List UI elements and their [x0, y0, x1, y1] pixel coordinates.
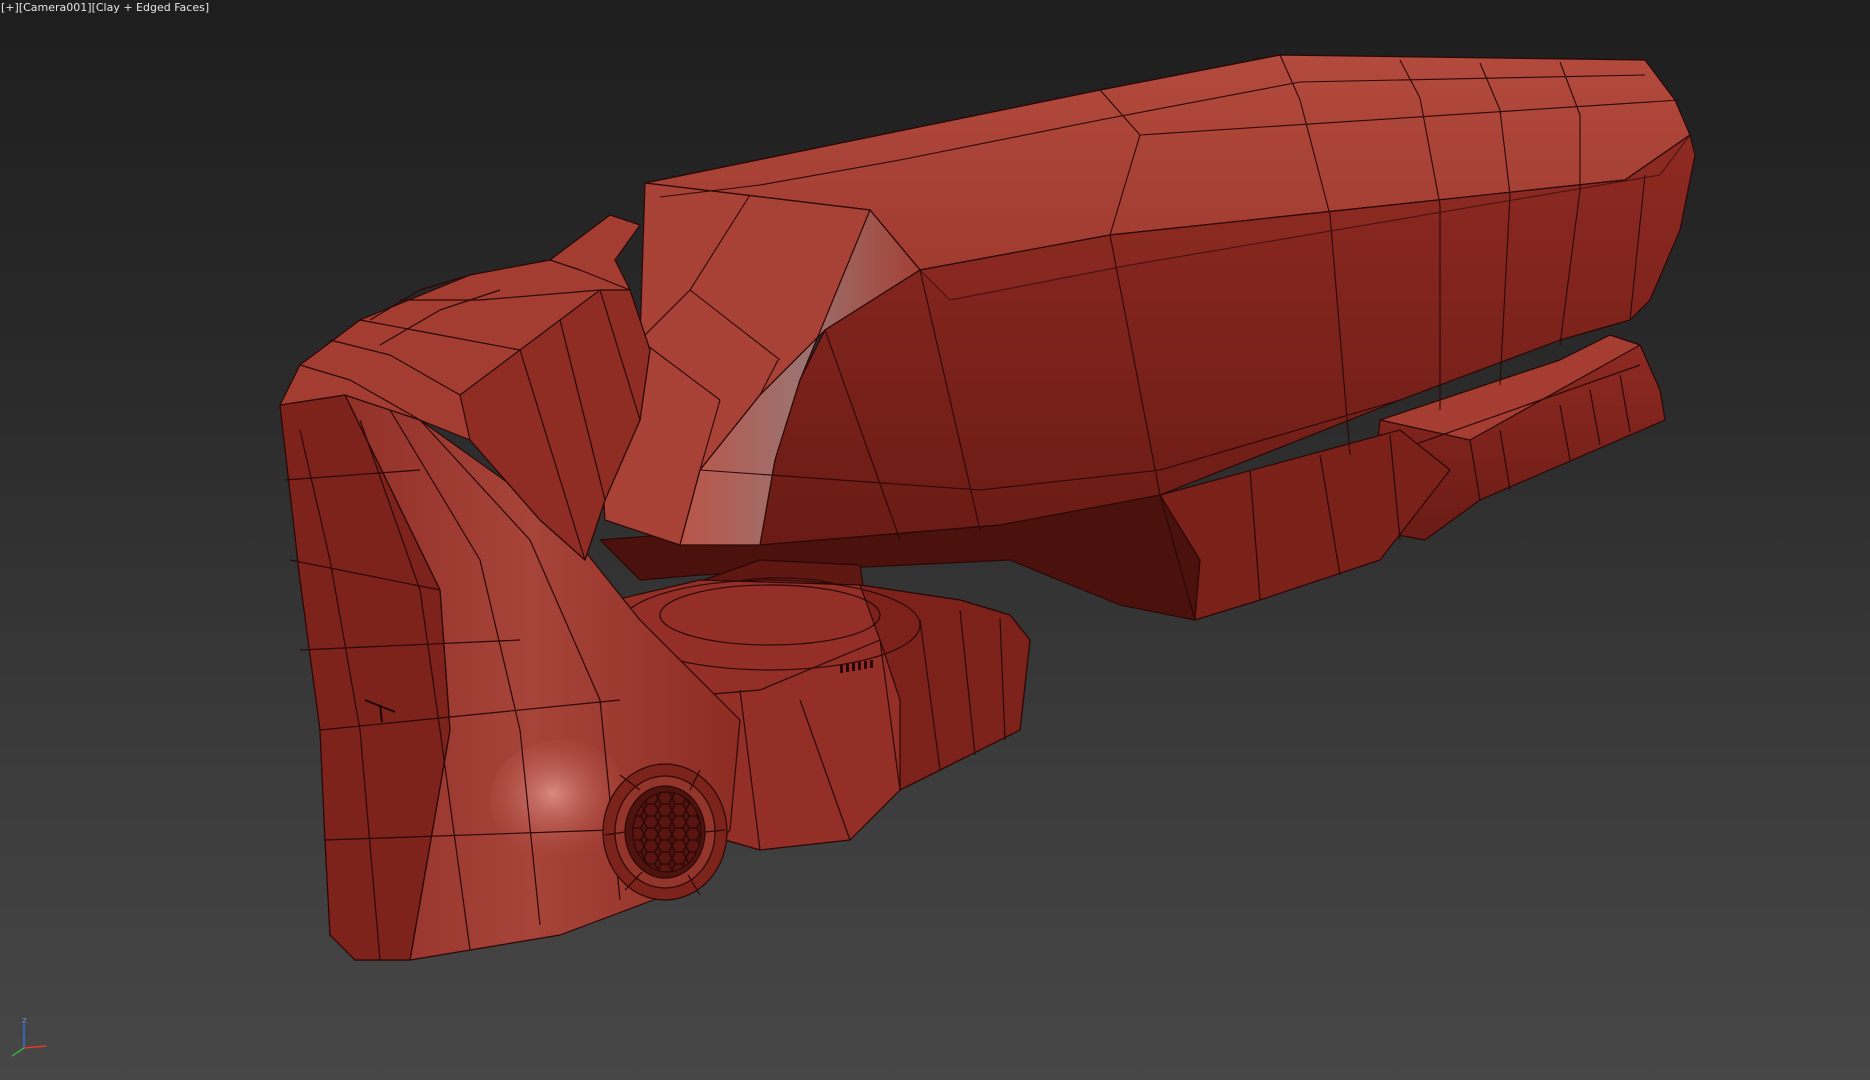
viewport-menu-button[interactable]: [+]	[1, 1, 19, 15]
axis-tripod-icon: z	[11, 1016, 47, 1057]
viewport-camera-button[interactable]: [Camera001]	[19, 1, 92, 15]
emitter-port[interactable]	[602, 763, 728, 901]
axis-z-label: z	[22, 1016, 27, 1026]
viewport-label: [+] [Camera001] [Clay + Edged Faces]	[1, 1, 209, 15]
hex-mesh	[632, 791, 702, 873]
model-render[interactable]	[0, 0, 1870, 1080]
3d-viewport[interactable]: [+] [Camera001] [Clay + Edged Faces] z	[0, 0, 1870, 1080]
viewport-shading-button[interactable]: [Clay + Edged Faces]	[92, 1, 210, 15]
blaster-model[interactable]	[279, 54, 1696, 961]
